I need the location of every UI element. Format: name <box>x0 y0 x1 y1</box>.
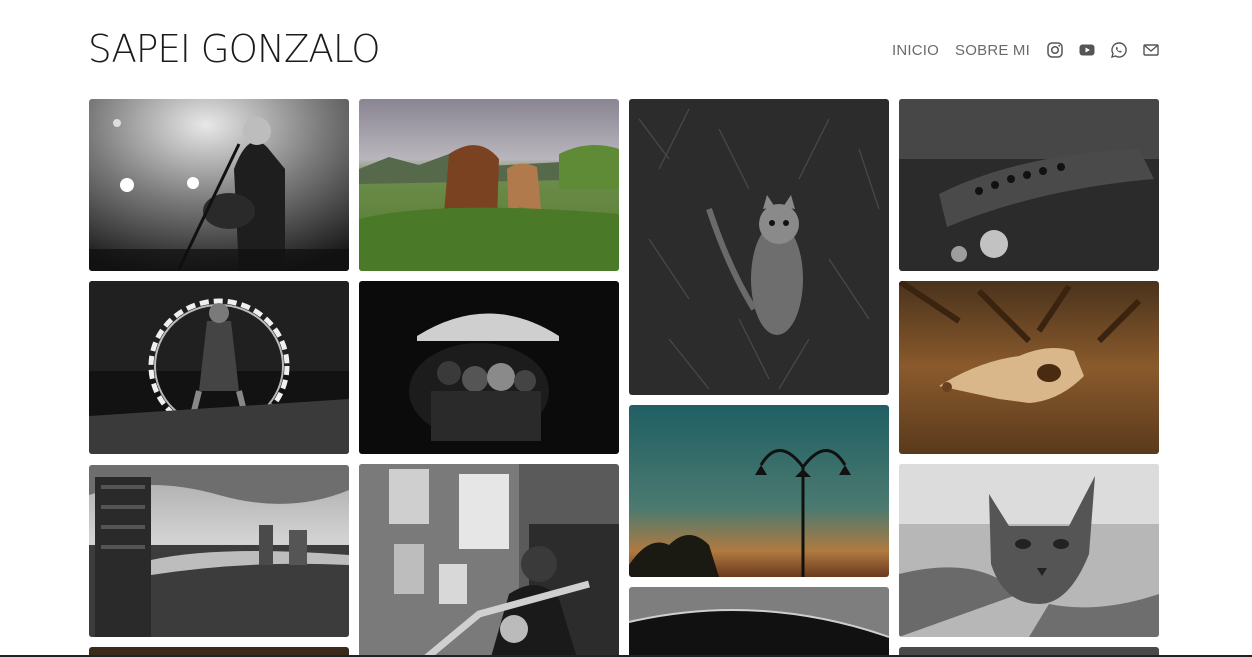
whatsapp-icon[interactable] <box>1110 41 1128 59</box>
photo-crowd-through-dark-frame[interactable] <box>359 281 619 454</box>
instagram-icon[interactable] <box>1046 41 1064 59</box>
site-title[interactable]: SAPEI GONZALO <box>88 28 381 70</box>
youtube-icon[interactable] <box>1078 41 1096 59</box>
nav-inicio-link[interactable]: INICIO <box>892 42 939 59</box>
photo-guitarist-singer-on-stage[interactable] <box>89 99 349 271</box>
photo-animal-skull-on-leaves[interactable] <box>899 281 1159 454</box>
photo-fire-hoop-performer[interactable] <box>89 281 349 454</box>
photo-hollow-log[interactable] <box>899 99 1159 271</box>
mail-icon[interactable] <box>1142 41 1160 59</box>
main-nav: INICIO SOBRE MI <box>892 40 1160 60</box>
photo-cat-portrait[interactable] <box>899 464 1159 637</box>
photo-horses-grazing[interactable] <box>359 99 619 271</box>
photo-trombone-player-with-posters[interactable] <box>359 464 619 657</box>
nav-sobre-mi-link[interactable]: SOBRE MI <box>955 42 1030 59</box>
photo-street-lamp-at-dusk[interactable] <box>629 405 889 577</box>
photo-city-coastline-skyline[interactable] <box>89 465 349 637</box>
photo-curved-roof-edge[interactable] <box>629 587 889 657</box>
photo-cat-in-grass[interactable] <box>629 99 889 395</box>
